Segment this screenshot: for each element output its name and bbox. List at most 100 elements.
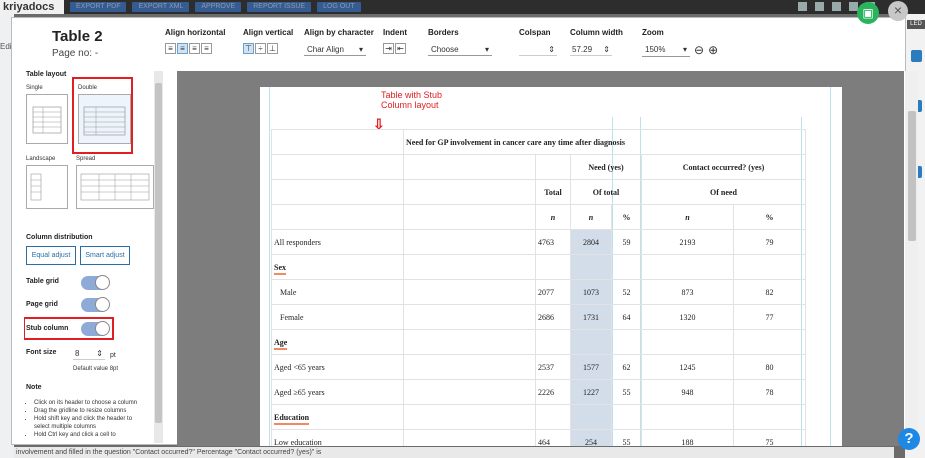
align-justify-icon[interactable]: ≡ <box>201 43 212 54</box>
tool-icon[interactable] <box>798 2 807 11</box>
cell-n[interactable]: 254 <box>570 429 612 446</box>
align-middle-icon[interactable]: ÷ <box>255 43 266 54</box>
table-cell[interactable] <box>611 254 642 280</box>
cell-n2[interactable]: 1320 <box>641 304 734 330</box>
page-grid-toggle[interactable] <box>81 297 110 312</box>
cell-n2[interactable]: 188 <box>641 429 734 446</box>
table-caption-cell[interactable]: Need for GP involvement in cancer care a… <box>403 129 806 155</box>
header-of-need[interactable]: Of need <box>641 179 806 205</box>
zoom-out-icon[interactable]: ⊖ <box>694 43 704 57</box>
equal-adjust-button[interactable]: Equal adjust <box>26 246 76 265</box>
stepper-icon[interactable]: ⇕ <box>548 45 555 54</box>
indent-increase-icon[interactable]: ⇥ <box>383 43 394 54</box>
header-n[interactable]: n <box>641 204 734 230</box>
zoom-in-icon[interactable]: ⊕ <box>708 43 718 57</box>
cell-total[interactable]: 4763 <box>535 229 571 255</box>
cell-pct2[interactable]: 80 <box>733 354 806 380</box>
zoom-select[interactable]: 150% ▾ <box>642 44 690 57</box>
scroll-thumb[interactable] <box>908 111 916 241</box>
cell-total[interactable]: 2077 <box>535 279 571 305</box>
close-icon[interactable]: × <box>888 1 908 21</box>
table-cell[interactable] <box>403 404 536 430</box>
align-by-character-select[interactable]: Char Align ▾ <box>304 43 366 56</box>
cell-n2[interactable]: 1245 <box>641 354 734 380</box>
table-cell[interactable] <box>271 179 404 205</box>
table-cell[interactable] <box>641 404 734 430</box>
table-cell[interactable] <box>570 329 612 355</box>
header-n[interactable]: n <box>570 204 612 230</box>
table-cell[interactable] <box>271 129 404 155</box>
cell-pct2[interactable]: 78 <box>733 379 806 405</box>
cell-total[interactable]: 2686 <box>535 304 571 330</box>
align-center-icon[interactable]: ≡ <box>177 43 188 54</box>
cell-n2[interactable]: 873 <box>641 279 734 305</box>
borders-select[interactable]: Choose ▾ <box>428 43 492 56</box>
table-cell[interactable] <box>403 179 536 205</box>
cell-n2[interactable]: 948 <box>641 379 734 405</box>
cell-n[interactable]: 1577 <box>570 354 612 380</box>
header-total[interactable]: Total <box>535 179 571 205</box>
table-cell[interactable] <box>271 154 404 180</box>
align-right-icon[interactable]: ≡ <box>189 43 200 54</box>
align-top-icon[interactable]: ⊤ <box>243 43 254 54</box>
delete-icon[interactable] <box>911 50 922 62</box>
cell-n2[interactable]: 2193 <box>641 229 734 255</box>
header-pct[interactable]: % <box>733 204 806 230</box>
cell-pct[interactable]: 59 <box>611 229 642 255</box>
row-label[interactable]: Female <box>271 304 404 330</box>
header-n[interactable]: n <box>535 204 571 230</box>
font-size-input[interactable]: 8 ⇕ <box>73 347 105 360</box>
tool-icon[interactable] <box>832 2 841 11</box>
cell-pct2[interactable]: 82 <box>733 279 806 305</box>
table-cell[interactable] <box>403 379 536 405</box>
table-cell[interactable] <box>733 404 806 430</box>
header-contact[interactable]: Contact occurred? (yes) <box>641 154 806 180</box>
align-left-icon[interactable]: ≡ <box>165 43 176 54</box>
cell-n[interactable]: 1731 <box>570 304 612 330</box>
cell-pct[interactable]: 55 <box>611 429 642 446</box>
cell-pct2[interactable]: 75 <box>733 429 806 446</box>
tool-icon[interactable] <box>815 2 824 11</box>
cell-total[interactable]: 464 <box>535 429 571 446</box>
logout-button[interactable]: LOG OUT <box>317 2 361 12</box>
row-label[interactable]: Aged <65 years <box>271 354 404 380</box>
layout-spread-thumb[interactable] <box>76 165 154 209</box>
scroll-thumb[interactable] <box>155 83 162 423</box>
cell-pct[interactable]: 52 <box>611 279 642 305</box>
table-cell[interactable] <box>403 254 536 280</box>
colspan-input[interactable]: ⇕ <box>519 43 557 56</box>
cell-n[interactable]: 2804 <box>570 229 612 255</box>
header-need[interactable]: Need (yes) <box>570 154 642 180</box>
layout-single-thumb[interactable] <box>26 94 68 144</box>
table-cell[interactable] <box>611 404 642 430</box>
settings-scrollbar[interactable] <box>154 71 163 443</box>
table-cell[interactable] <box>403 354 536 380</box>
table-cell[interactable] <box>403 279 536 305</box>
cell-n[interactable]: 1073 <box>570 279 612 305</box>
table-cell[interactable] <box>535 404 571 430</box>
canvas-scrollbar[interactable] <box>905 71 918 446</box>
export-pdf-button[interactable]: EXPORT PDF <box>70 2 127 12</box>
row-label[interactable]: Aged ≥65 years <box>271 379 404 405</box>
column-width-input[interactable]: 57.29 ⇕ <box>570 43 612 56</box>
help-icon[interactable]: ? <box>898 428 920 450</box>
table-cell[interactable] <box>733 329 806 355</box>
stepper-icon[interactable]: ⇕ <box>603 45 610 54</box>
cell-pct2[interactable]: 79 <box>733 229 806 255</box>
table-cell[interactable] <box>733 254 806 280</box>
cell-total[interactable]: 2537 <box>535 354 571 380</box>
table-cell[interactable] <box>535 329 571 355</box>
table-cell[interactable] <box>403 429 536 446</box>
table-cell[interactable] <box>403 204 536 230</box>
smart-adjust-button[interactable]: Smart adjust <box>80 246 130 265</box>
table-cell[interactable] <box>403 329 536 355</box>
table-cell[interactable] <box>570 254 612 280</box>
report-issue-button[interactable]: REPORT ISSUE <box>247 2 312 12</box>
table-cell[interactable] <box>611 329 642 355</box>
save-icon[interactable]: ▣ <box>857 2 879 24</box>
table-cell[interactable] <box>271 204 404 230</box>
stepper-icon[interactable]: ⇕ <box>96 349 103 358</box>
table-cell[interactable] <box>535 154 571 180</box>
table-cell[interactable] <box>641 329 734 355</box>
export-xml-button[interactable]: EXPORT XML <box>132 2 190 12</box>
